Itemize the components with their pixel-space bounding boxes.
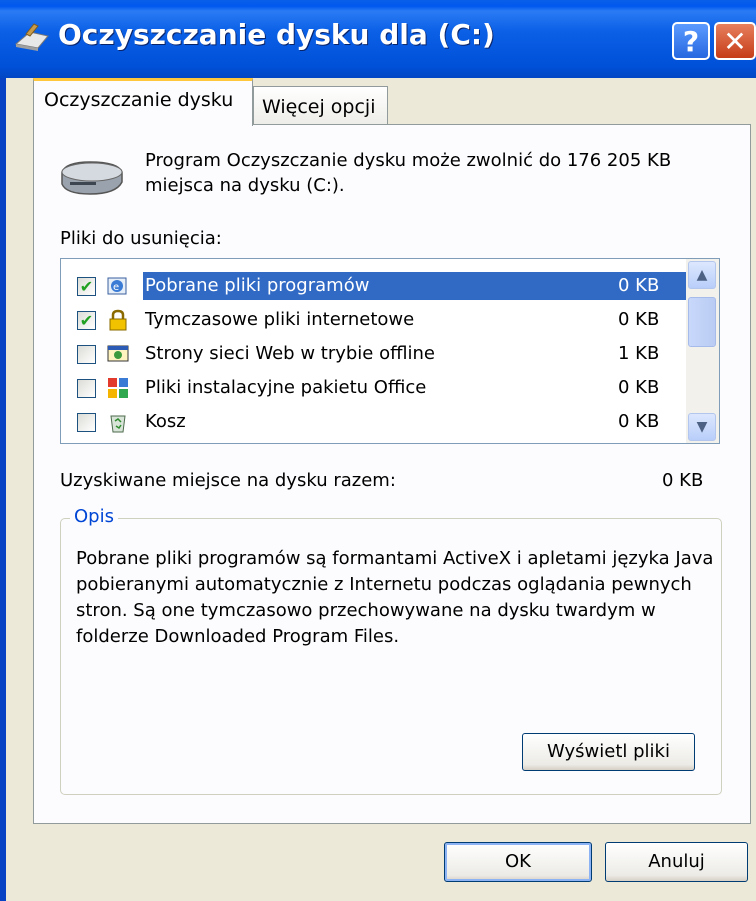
- disk-cleanup-icon: [14, 23, 49, 51]
- item-label: Strony sieci Web w trybie offline: [145, 343, 435, 364]
- list-item[interactable]: Pliki instalacyjne pakietu Office 0 KB: [61, 371, 686, 405]
- ok-button[interactable]: OK: [444, 842, 592, 882]
- list-item[interactable]: Strony sieci Web w trybie offline 1 KB: [61, 337, 686, 371]
- item-size: 0 KB: [618, 309, 660, 330]
- total-space-label: Uzyskiwane miejsce na dysku razem:: [60, 470, 396, 491]
- recycle-bin-icon: [110, 415, 126, 433]
- files-list[interactable]: ✔ e Pobrane pliki programów 0 KB ✔ Tymcz…: [60, 258, 720, 444]
- window-border: [0, 78, 6, 901]
- view-files-button[interactable]: Wyświetl pliki: [522, 733, 695, 771]
- svg-text:e: e: [113, 282, 119, 293]
- scroll-thumb[interactable]: [688, 297, 716, 347]
- item-checkbox[interactable]: ✔: [77, 277, 96, 296]
- list-item[interactable]: Kosz 0 KB: [61, 405, 686, 439]
- item-size: 0 KB: [618, 411, 660, 432]
- list-scrollbar[interactable]: ▲ ▼: [686, 259, 719, 443]
- description-title: Opis: [70, 506, 118, 527]
- item-checkbox[interactable]: [77, 345, 96, 364]
- item-size: 1 KB: [618, 343, 660, 364]
- offline-web-icon: [107, 345, 129, 362]
- total-space-value: 0 KB: [662, 470, 704, 491]
- item-label: Pliki instalacyjne pakietu Office: [145, 377, 427, 398]
- item-checkbox[interactable]: [77, 413, 96, 432]
- scroll-down-button[interactable]: ▼: [688, 413, 716, 441]
- item-checkbox[interactable]: ✔: [77, 311, 96, 330]
- item-label: Tymczasowe pliki internetowe: [145, 309, 415, 330]
- item-size: 0 KB: [618, 275, 660, 296]
- list-item[interactable]: ✔ e Pobrane pliki programów 0 KB: [61, 269, 686, 303]
- cancel-button[interactable]: Anuluj: [605, 842, 748, 882]
- activex-icon: e: [107, 277, 127, 295]
- lock-icon: [109, 309, 127, 331]
- scroll-up-button[interactable]: ▲: [688, 261, 716, 289]
- item-label: Kosz: [145, 411, 186, 432]
- help-button[interactable]: ?: [672, 22, 710, 60]
- office-icon: [108, 378, 128, 398]
- item-size: 0 KB: [618, 377, 660, 398]
- list-item[interactable]: ✔ Tymczasowe pliki internetowe 0 KB: [61, 303, 686, 337]
- tab-disk-cleanup[interactable]: Oczyszczanie dysku: [33, 78, 253, 126]
- hard-drive-icon: [61, 161, 123, 195]
- description-text: Pobrane pliki programów są formantami Ac…: [76, 548, 714, 647]
- list-item-partial[interactable]: [61, 439, 686, 443]
- tab-more-options[interactable]: Więcej opcji: [253, 86, 388, 128]
- item-label: Pobrane pliki programów: [143, 272, 686, 300]
- item-checkbox[interactable]: [77, 379, 96, 398]
- title-bar[interactable]: Oczyszczanie dysku dla (C:) ? ✕: [0, 0, 756, 78]
- close-button[interactable]: ✕: [714, 22, 756, 60]
- window-title: Oczyszczanie dysku dla (C:): [58, 18, 495, 51]
- cleanup-summary: Program Oczyszczanie dysku może zwolnić …: [145, 150, 672, 196]
- files-to-delete-label: Pliki do usunięcia:: [60, 228, 222, 249]
